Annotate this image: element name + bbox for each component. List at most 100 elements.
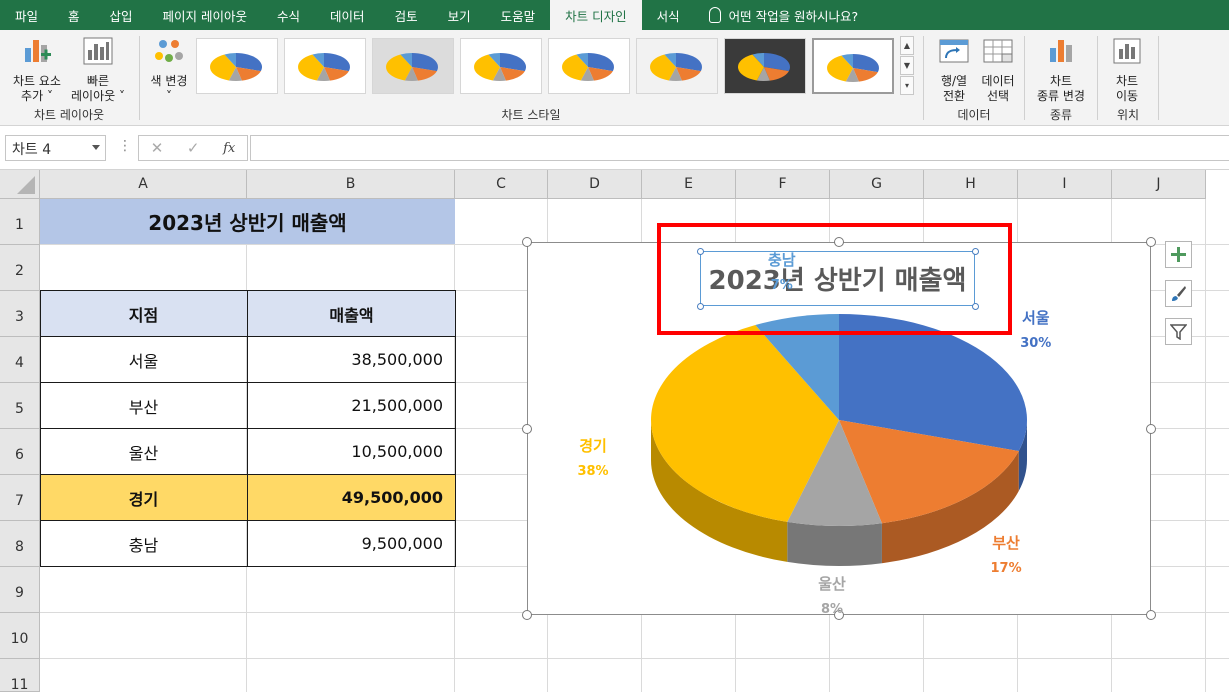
column-header[interactable]: A — [40, 170, 247, 199]
row-header[interactable]: 4 — [0, 337, 40, 383]
resize-handle[interactable] — [522, 610, 532, 620]
ribbon-tab[interactable]: 차트 디자인 — [550, 0, 642, 30]
resize-handle[interactable] — [522, 423, 532, 434]
chart-elements-button[interactable] — [1165, 241, 1192, 268]
cell-amount[interactable]: 9,500,000 — [248, 521, 455, 566]
chart-style-thumbnail[interactable] — [460, 38, 542, 94]
row-header[interactable]: 8 — [0, 521, 40, 567]
quick-layout-button[interactable]: 빠른 레이아웃 ˅ — [66, 36, 130, 104]
gallery-scroll-down[interactable]: ▼ — [900, 56, 914, 75]
cancel-entry-icon[interactable]: ✕ — [151, 139, 164, 157]
header-branch[interactable]: 지점 — [40, 291, 247, 336]
move-chart-button[interactable]: 차트 이동 — [1104, 36, 1150, 104]
ribbon-tab[interactable]: 서식 — [642, 0, 695, 30]
data-label[interactable]: 울산 8% — [802, 571, 862, 623]
row-header[interactable]: 1 — [0, 199, 40, 245]
cell-a1-title[interactable]: 2023년 상반기 매출액 — [40, 199, 455, 244]
data-label[interactable]: 서울 30% — [1006, 305, 1066, 357]
ribbon-tab[interactable]: 검토 — [380, 0, 433, 30]
move-chart-icon — [1113, 38, 1141, 64]
column-header[interactable]: J — [1112, 170, 1206, 199]
cell-amount[interactable]: 10,500,000 — [248, 429, 455, 474]
chart-filters-button[interactable] — [1165, 318, 1192, 345]
cell-branch[interactable]: 경기 — [40, 475, 247, 520]
ribbon-tab[interactable]: 도움말 — [486, 0, 551, 30]
data-label[interactable]: 경기 38% — [563, 433, 623, 485]
row-header[interactable]: 5 — [0, 383, 40, 429]
formula-bar-splitter-icon[interactable]: ⋮ — [118, 138, 132, 154]
quick-layout-line2: 레이아웃 ˅ — [71, 89, 125, 103]
column-header[interactable]: B — [247, 170, 455, 199]
chart-styles-button[interactable] — [1165, 280, 1192, 307]
row-header[interactable]: 10 — [0, 613, 40, 659]
chart-style-thumbnail[interactable] — [196, 38, 278, 94]
data-label[interactable]: 부산 17% — [976, 530, 1036, 582]
confirm-entry-icon[interactable]: ✓ — [187, 139, 200, 157]
select-all-corner[interactable] — [0, 170, 40, 199]
formula-input[interactable] — [250, 135, 1229, 161]
add-chart-element-button[interactable]: 차트 요소 추가 ˅ — [8, 36, 66, 104]
resize-handle[interactable] — [522, 237, 532, 247]
chart-style-thumbnail[interactable] — [548, 38, 630, 94]
name-box-value: 차트 4 — [12, 142, 52, 158]
gallery-more-button[interactable]: ▾ — [900, 76, 914, 95]
chart-style-thumbnail[interactable] — [636, 38, 718, 94]
formula-buttons: ✕ ✓ fx — [138, 135, 248, 161]
resize-handle[interactable] — [1146, 423, 1156, 434]
change-chart-type-button[interactable]: 차트 종류 변경 — [1029, 36, 1093, 104]
header-amount[interactable]: 매출액 — [248, 291, 455, 336]
select-data-button[interactable]: 데이터 선택 — [976, 36, 1020, 104]
row-header[interactable]: 11 — [0, 659, 40, 692]
ribbon-tab[interactable]: 홈 — [53, 0, 95, 30]
row-header[interactable]: 7 — [0, 475, 40, 521]
change-colors-line2: ˅ — [166, 89, 172, 103]
table-border — [40, 566, 456, 567]
chevron-down-icon[interactable] — [92, 145, 100, 150]
ribbon-tab[interactable]: 수식 — [262, 0, 315, 30]
column-header[interactable]: E — [642, 170, 736, 199]
data-label-percent: 30% — [1020, 335, 1052, 351]
filter-icon — [1170, 324, 1187, 340]
pie-slice-side[interactable] — [787, 521, 882, 566]
change-colors-button[interactable]: 색 변경 ˅ — [146, 36, 192, 104]
cell-amount[interactable]: 38,500,000 — [248, 337, 455, 382]
data-label-percent: 38% — [577, 463, 609, 479]
row-header[interactable]: 6 — [0, 429, 40, 475]
cell-branch[interactable]: 울산 — [40, 429, 247, 474]
column-header[interactable]: F — [736, 170, 830, 199]
name-box[interactable]: 차트 4 — [5, 135, 106, 161]
cell-branch[interactable]: 충남 — [40, 521, 247, 566]
column-header[interactable]: H — [924, 170, 1018, 199]
cell-branch[interactable]: 부산 — [40, 383, 247, 428]
ribbon-tab[interactable]: 파일 — [0, 0, 53, 30]
ribbon-tab[interactable]: 보기 — [433, 0, 486, 30]
cell-branch[interactable]: 서울 — [40, 337, 247, 382]
column-header[interactable]: C — [455, 170, 548, 199]
switch-row-column-button[interactable]: 행/열 전환 — [932, 36, 976, 104]
gallery-scroll-up[interactable]: ▲ — [900, 36, 914, 55]
cell-amount[interactable]: 21,500,000 — [248, 383, 455, 428]
ribbon-tab[interactable]: 페이지 레이아웃 — [148, 0, 262, 30]
move-chart-line1: 차트 — [1115, 74, 1139, 88]
resize-handle[interactable] — [1146, 237, 1156, 247]
mini-pie-icon — [650, 53, 702, 81]
data-label[interactable]: 충남 7% — [752, 247, 812, 299]
insert-function-icon[interactable]: fx — [223, 141, 235, 156]
chart-style-thumbnail[interactable] — [812, 38, 894, 94]
tell-me-search[interactable]: 어떤 작업을 원하시나요? — [695, 6, 858, 25]
column-header[interactable]: G — [830, 170, 924, 199]
row-header[interactable]: 2 — [0, 245, 40, 291]
group-chart-layouts: 차트 요소 추가 ˅ 빠른 레이아웃 ˅ 차트 레이아웃 — [0, 30, 138, 126]
column-header[interactable]: D — [548, 170, 642, 199]
chart-style-thumbnail[interactable] — [372, 38, 454, 94]
column-header[interactable]: I — [1018, 170, 1112, 199]
ribbon-tab[interactable]: 삽입 — [95, 0, 148, 30]
chart-style-thumbnail[interactable] — [284, 38, 366, 94]
chart-style-thumbnail[interactable] — [724, 38, 806, 94]
resize-handle[interactable] — [1146, 610, 1156, 620]
formula-bar: 차트 4 ⋮ ✕ ✓ fx — [0, 126, 1229, 170]
ribbon-tab[interactable]: 데이터 — [315, 0, 380, 30]
row-header[interactable]: 3 — [0, 291, 40, 337]
row-header[interactable]: 9 — [0, 567, 40, 613]
cell-amount[interactable]: 49,500,000 — [248, 475, 455, 520]
